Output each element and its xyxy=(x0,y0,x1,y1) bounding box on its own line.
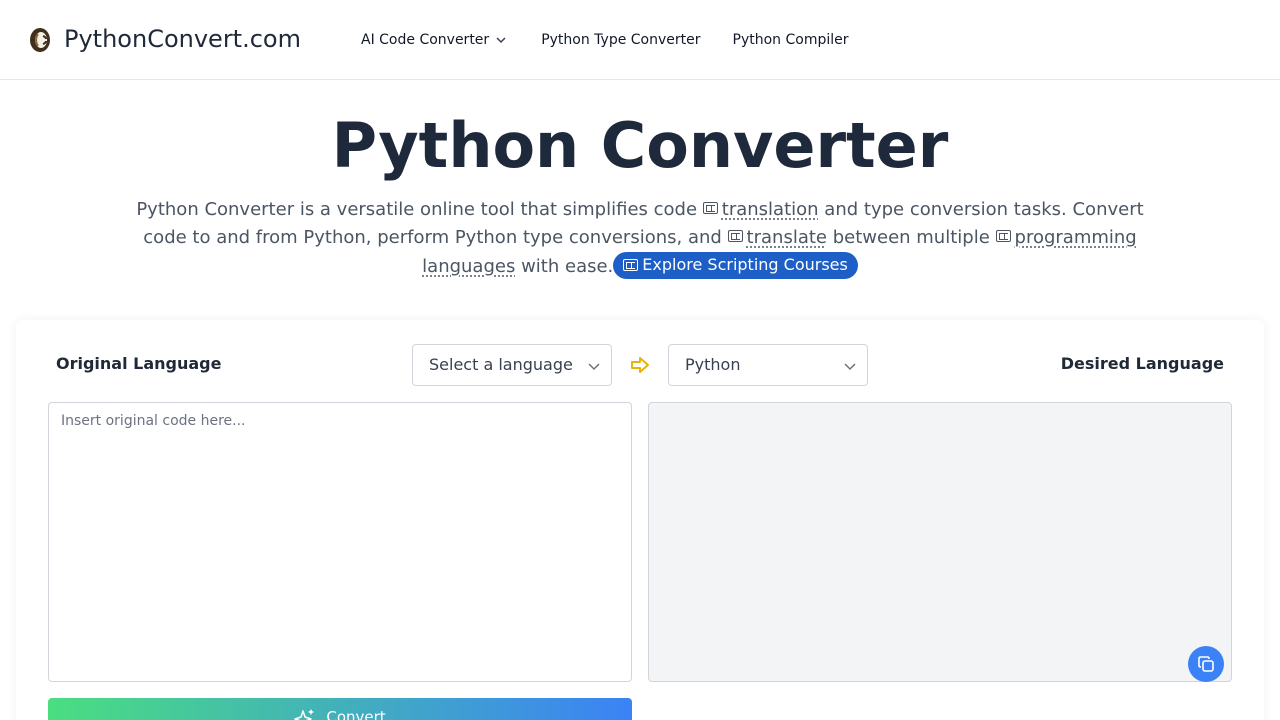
nav-python-compiler-label: Python Compiler xyxy=(732,32,849,48)
desc-text-1: Python Converter is a versatile online t… xyxy=(136,199,698,220)
keyword-link-translation[interactable]: translation xyxy=(722,199,819,220)
arrow-right-icon xyxy=(631,357,649,373)
page-description: Python Converter is a versatile online t… xyxy=(120,196,1160,281)
chevron-down-icon xyxy=(588,363,600,371)
page-title: Python Converter xyxy=(331,109,949,182)
main-nav: AI Code Converter Python Type Converter … xyxy=(361,31,849,49)
nav-python-type-converter[interactable]: Python Type Converter xyxy=(541,31,700,49)
desired-language-label: Desired Language xyxy=(1060,354,1224,373)
desc-text-3: between multiple xyxy=(832,227,990,248)
explore-courses-label: Explore Scripting Courses xyxy=(642,255,848,274)
nav-ai-code-converter-label: AI Code Converter xyxy=(361,32,490,48)
copy-icon xyxy=(1198,656,1214,672)
chevron-down-icon xyxy=(844,363,856,371)
nav-python-type-converter-label: Python Type Converter xyxy=(541,32,701,48)
keyword-link-translate[interactable]: translate xyxy=(747,227,827,248)
converted-code-output[interactable] xyxy=(648,402,1232,682)
logo-icon[interactable] xyxy=(28,27,52,53)
chevron-down-icon xyxy=(496,37,506,44)
nav-ai-code-converter[interactable]: AI Code Converter xyxy=(361,31,507,49)
target-language-value: Python xyxy=(685,355,741,374)
desc-text-4: with ease. xyxy=(521,256,614,277)
copy-button[interactable] xyxy=(1188,646,1224,682)
nav-python-compiler[interactable]: Python Compiler xyxy=(733,31,849,49)
convert-label: Convert xyxy=(326,708,386,720)
target-language-select[interactable]: Python xyxy=(668,344,868,386)
original-language-label: Original Language xyxy=(56,354,222,373)
explore-courses-button[interactable]: Explore Scripting Courses xyxy=(613,252,858,279)
original-code-input[interactable] xyxy=(48,402,632,682)
ad-link-icon xyxy=(727,230,743,242)
sparkles-icon xyxy=(294,709,315,720)
site-header: PythonConvert.com AI Code Converter Pyth… xyxy=(0,0,1280,80)
source-language-value: Select a language xyxy=(429,355,573,374)
brand-name[interactable]: PythonConvert.com xyxy=(64,24,301,54)
source-language-select[interactable]: Select a language xyxy=(412,344,612,386)
ad-link-icon xyxy=(623,259,639,271)
convert-button[interactable]: Convert xyxy=(48,698,632,720)
ad-link-icon xyxy=(995,230,1011,242)
ad-link-icon xyxy=(702,202,718,214)
converter-card: Original Language Select a language Pyth… xyxy=(16,320,1264,720)
